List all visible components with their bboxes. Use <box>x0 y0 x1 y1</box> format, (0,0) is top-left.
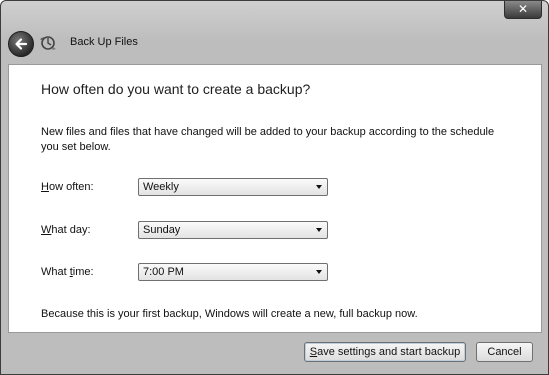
back-button[interactable] <box>8 31 34 57</box>
description-text: New files and files that have changed wi… <box>41 126 495 153</box>
how-often-value: Weekly <box>143 181 179 193</box>
what-time-label: What time: <box>41 266 94 278</box>
page-heading: How often do you want to create a backup… <box>41 81 311 97</box>
close-icon: ✕ <box>517 2 529 16</box>
what-day-value: Sunday <box>143 224 181 236</box>
chevron-down-icon <box>316 228 322 232</box>
chevron-down-icon <box>316 185 322 189</box>
cancel-button[interactable]: Cancel <box>476 342 533 362</box>
what-day-label: What day: <box>41 224 91 236</box>
window-title: Back Up Files <box>70 36 138 48</box>
content-panel: How often do you want to create a backup… <box>8 64 542 333</box>
close-button[interactable]: ✕ <box>504 1 542 19</box>
how-often-label: How often: <box>41 181 94 193</box>
back-arrow-icon <box>15 38 28 50</box>
backup-wizard-window: ✕ Back Up Files How often do you want to… <box>0 0 549 375</box>
first-backup-note: Because this is your first backup, Windo… <box>41 308 418 320</box>
what-day-dropdown[interactable]: Sunday <box>138 221 328 239</box>
what-time-value: 7:00 PM <box>143 266 184 278</box>
what-time-dropdown[interactable]: 7:00 PM <box>138 263 328 281</box>
chevron-down-icon <box>316 270 322 274</box>
how-often-dropdown[interactable]: Weekly <box>138 178 328 196</box>
backup-icon <box>40 36 56 50</box>
title-bar: ✕ Back Up Files <box>1 1 548 63</box>
save-and-start-backup-button[interactable]: Save settings and start backup <box>304 342 466 362</box>
